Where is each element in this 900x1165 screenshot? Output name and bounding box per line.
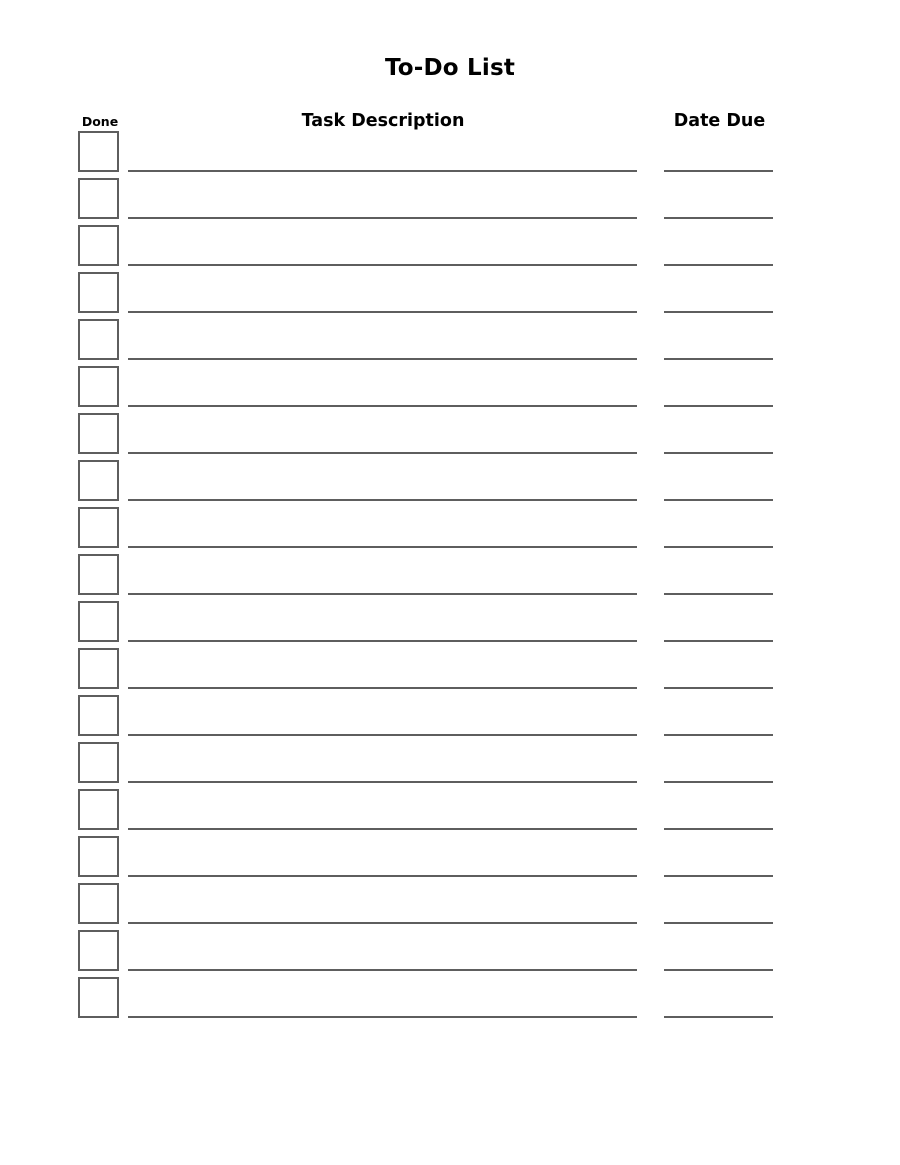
date-due-writing-line[interactable] bbox=[664, 781, 773, 783]
table-row bbox=[0, 319, 900, 366]
done-checkbox[interactable] bbox=[78, 178, 119, 219]
date-due-writing-line[interactable] bbox=[664, 546, 773, 548]
done-checkbox[interactable] bbox=[78, 742, 119, 783]
task-description-writing-line[interactable] bbox=[128, 311, 637, 313]
table-row bbox=[0, 413, 900, 460]
task-description-writing-line[interactable] bbox=[128, 499, 637, 501]
todo-rows bbox=[0, 0, 900, 1165]
task-description-writing-line[interactable] bbox=[128, 217, 637, 219]
done-checkbox[interactable] bbox=[78, 507, 119, 548]
task-description-writing-line[interactable] bbox=[128, 922, 637, 924]
done-checkbox[interactable] bbox=[78, 413, 119, 454]
table-row bbox=[0, 789, 900, 836]
table-row bbox=[0, 648, 900, 695]
task-description-writing-line[interactable] bbox=[128, 875, 637, 877]
date-due-writing-line[interactable] bbox=[664, 452, 773, 454]
task-description-writing-line[interactable] bbox=[128, 1016, 637, 1018]
table-row bbox=[0, 601, 900, 648]
table-row bbox=[0, 366, 900, 413]
task-description-writing-line[interactable] bbox=[128, 452, 637, 454]
date-due-writing-line[interactable] bbox=[664, 593, 773, 595]
table-row bbox=[0, 930, 900, 977]
done-checkbox[interactable] bbox=[78, 836, 119, 877]
table-row bbox=[0, 977, 900, 1024]
date-due-writing-line[interactable] bbox=[664, 405, 773, 407]
date-due-writing-line[interactable] bbox=[664, 358, 773, 360]
todo-list-page: To-Do List Done Task Description Date Du… bbox=[0, 0, 900, 1165]
task-description-writing-line[interactable] bbox=[128, 734, 637, 736]
date-due-writing-line[interactable] bbox=[664, 217, 773, 219]
done-checkbox[interactable] bbox=[78, 272, 119, 313]
date-due-writing-line[interactable] bbox=[664, 828, 773, 830]
table-row bbox=[0, 272, 900, 319]
task-description-writing-line[interactable] bbox=[128, 593, 637, 595]
date-due-writing-line[interactable] bbox=[664, 734, 773, 736]
done-checkbox[interactable] bbox=[78, 930, 119, 971]
done-checkbox[interactable] bbox=[78, 883, 119, 924]
task-description-writing-line[interactable] bbox=[128, 264, 637, 266]
table-row bbox=[0, 883, 900, 930]
task-description-writing-line[interactable] bbox=[128, 546, 637, 548]
table-row bbox=[0, 507, 900, 554]
task-description-writing-line[interactable] bbox=[128, 969, 637, 971]
date-due-writing-line[interactable] bbox=[664, 311, 773, 313]
table-row bbox=[0, 178, 900, 225]
table-row bbox=[0, 695, 900, 742]
done-checkbox[interactable] bbox=[78, 460, 119, 501]
done-checkbox[interactable] bbox=[78, 695, 119, 736]
table-row bbox=[0, 460, 900, 507]
table-row bbox=[0, 554, 900, 601]
date-due-writing-line[interactable] bbox=[664, 170, 773, 172]
task-description-writing-line[interactable] bbox=[128, 358, 637, 360]
task-description-writing-line[interactable] bbox=[128, 781, 637, 783]
done-checkbox[interactable] bbox=[78, 554, 119, 595]
date-due-writing-line[interactable] bbox=[664, 640, 773, 642]
done-checkbox[interactable] bbox=[78, 648, 119, 689]
date-due-writing-line[interactable] bbox=[664, 922, 773, 924]
done-checkbox[interactable] bbox=[78, 319, 119, 360]
task-description-writing-line[interactable] bbox=[128, 405, 637, 407]
date-due-writing-line[interactable] bbox=[664, 687, 773, 689]
date-due-writing-line[interactable] bbox=[664, 264, 773, 266]
date-due-writing-line[interactable] bbox=[664, 499, 773, 501]
table-row bbox=[0, 225, 900, 272]
done-checkbox[interactable] bbox=[78, 977, 119, 1018]
done-checkbox[interactable] bbox=[78, 366, 119, 407]
task-description-writing-line[interactable] bbox=[128, 828, 637, 830]
table-row bbox=[0, 131, 900, 178]
done-checkbox[interactable] bbox=[78, 789, 119, 830]
done-checkbox[interactable] bbox=[78, 601, 119, 642]
done-checkbox[interactable] bbox=[78, 131, 119, 172]
table-row bbox=[0, 742, 900, 789]
task-description-writing-line[interactable] bbox=[128, 687, 637, 689]
date-due-writing-line[interactable] bbox=[664, 1016, 773, 1018]
task-description-writing-line[interactable] bbox=[128, 640, 637, 642]
table-row bbox=[0, 836, 900, 883]
done-checkbox[interactable] bbox=[78, 225, 119, 266]
date-due-writing-line[interactable] bbox=[664, 969, 773, 971]
date-due-writing-line[interactable] bbox=[664, 875, 773, 877]
task-description-writing-line[interactable] bbox=[128, 170, 637, 172]
